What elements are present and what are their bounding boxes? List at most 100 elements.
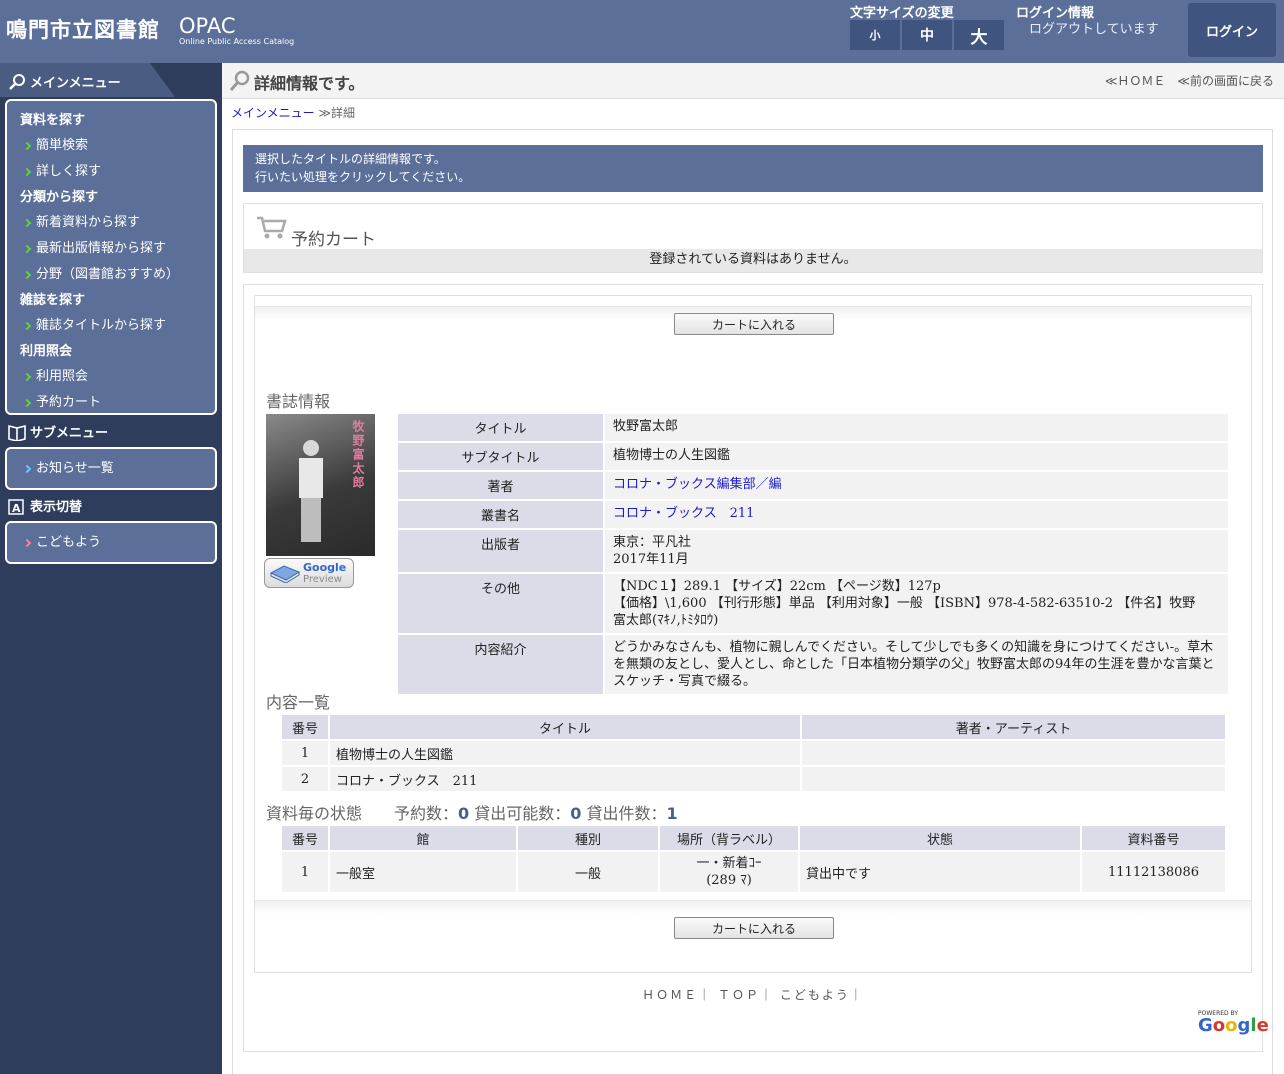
- cell-number: 1: [282, 741, 328, 765]
- footer-top-link[interactable]: ＴＯＰ: [718, 988, 760, 1002]
- field-value-title: 牧野富太郎: [605, 414, 1228, 441]
- cell-library: 一般室: [330, 852, 516, 892]
- column-header: 番号: [282, 715, 328, 739]
- login-status: ログアウトしています: [1029, 22, 1159, 37]
- menu-item-magazine-titles[interactable]: 雑誌タイトルから探す: [7, 313, 215, 339]
- table-row: 1 植物博士の人生図鑑: [282, 741, 1225, 765]
- field-label: タイトル: [398, 414, 603, 441]
- font-size-buttons: 小 中 大: [850, 20, 1004, 50]
- table-header-row: 番号 館 種別 場所（背ラベル） 状態 資料番号: [282, 826, 1225, 850]
- back-link[interactable]: ≪前の画面に戻る: [1177, 72, 1274, 89]
- sub-menu-box: お知らせ一覧: [5, 447, 217, 490]
- menu-item-label: 雑誌タイトルから探す: [36, 318, 167, 333]
- main-menu-heading: メインメニュー: [8, 72, 121, 91]
- menu-item-label: 分野（図書館おすすめ）: [36, 267, 180, 282]
- sub-menu-label: サブメニュー: [30, 426, 109, 441]
- site-title[interactable]: 鳴門市立図書館: [6, 14, 160, 44]
- footer-kids-link[interactable]: こどもよう: [780, 988, 850, 1002]
- menu-group-usage: 利用照会: [20, 344, 73, 359]
- publish-date-text: 2017年11月: [613, 552, 689, 567]
- info-banner: 選択したタイトルの詳細情報です。 行いたい処理をクリックしてください。: [243, 145, 1263, 192]
- menu-item-recommended[interactable]: 分野（図書館おすすめ）: [7, 262, 215, 288]
- cart-empty-message: 登録されている資料はありません。: [244, 249, 1262, 272]
- sub-menu-heading: サブメニュー: [8, 422, 108, 441]
- field-label: 出版者: [398, 530, 603, 572]
- font-small-button[interactable]: 小: [850, 20, 900, 50]
- breadcrumb-main-menu[interactable]: メインメニュー: [231, 106, 315, 120]
- book-cover-image[interactable]: 牧野富太郎: [266, 414, 375, 556]
- author-link[interactable]: コロナ・ブックス編集部／編: [613, 477, 782, 492]
- menu-item-label: 簡単検索: [36, 138, 89, 153]
- font-large-button[interactable]: 大: [954, 20, 1004, 50]
- cell-author: [802, 741, 1225, 765]
- menu-item-new-materials[interactable]: 新着資料から探す: [7, 210, 215, 236]
- menu-item-simple-search[interactable]: 簡単検索: [7, 133, 215, 159]
- table-row: 内容紹介 どうかみなさんも、植物に親しんでください。そして少しでも多くの知識を身に…: [398, 635, 1228, 694]
- display-switch-label: 表示切替: [30, 500, 83, 515]
- breadcrumb: メインメニュー ≫詳細: [231, 104, 355, 121]
- chevron-right-icon: [22, 270, 32, 280]
- cover-title: 牧野富太郎: [351, 420, 365, 490]
- menu-item-latest-publications[interactable]: 最新出版情報から探す: [7, 236, 215, 262]
- reservation-cart-box: 予約カート 登録されている資料はありません。: [243, 203, 1263, 273]
- home-link[interactable]: ≪ＨＯＭＥ: [1105, 72, 1166, 89]
- field-value-publisher: 東京：平凡社 2017年11月: [605, 530, 1228, 572]
- cart-icon: [257, 216, 287, 239]
- column-header: 場所（背ラベル）: [660, 826, 798, 850]
- font-size-label: 文字サイズの変更: [850, 6, 954, 21]
- menu-item-reservation-cart[interactable]: 予約カート: [7, 390, 215, 416]
- preview-label-google: Google: [303, 561, 347, 574]
- banner-line: 選択したタイトルの詳細情報です。: [255, 152, 446, 166]
- column-header: 状態: [800, 826, 1080, 850]
- opac-logo: OPAC Online Public Access Catalog: [179, 14, 295, 47]
- field-label: 著者: [398, 472, 603, 499]
- menu-item-kids[interactable]: こどもよう: [7, 530, 215, 556]
- cell-status: 貸出中です: [800, 852, 1080, 892]
- bibliographic-table: タイトル 牧野富太郎 サブタイトル 植物博士の人生図鑑 著者 コロナ・ブックス編集部／…: [396, 412, 1230, 696]
- column-header: 資料番号: [1082, 826, 1225, 850]
- cell-location: 一・新着ｺｰ (289 ﾏ): [660, 852, 798, 892]
- google-preview-button[interactable]: Google Preview: [264, 558, 354, 588]
- publisher-text: 東京：平凡社: [613, 535, 692, 550]
- opac-logo-subtext: Online Public Access Catalog: [179, 37, 295, 46]
- status-title: 資料毎の状態: [266, 804, 363, 823]
- menu-item-usage-inquiry[interactable]: 利用照会: [7, 364, 215, 390]
- loan-label: 貸出件数：: [586, 804, 667, 823]
- series-link[interactable]: コロナ・ブックス 211: [613, 506, 754, 521]
- cell-type: 一般: [518, 852, 658, 892]
- available-label: 貸出可能数：: [474, 804, 571, 823]
- column-header: 著者・アーティスト: [802, 715, 1225, 739]
- cell-number: 2: [282, 767, 328, 791]
- reserve-label: 予約数：: [394, 804, 459, 823]
- powered-by-google: POWERED BY Google: [1198, 1010, 1269, 1035]
- book-icon: [8, 424, 26, 441]
- contents-table: 番号 タイトル 著者・アーティスト 1 植物博士の人生図鑑 2 コロナ・ブックス…: [280, 713, 1227, 793]
- bibliographic-section-title: 書誌情報: [266, 392, 331, 411]
- table-row: その他 【NDC１】289.1 【サイズ】22cm 【ページ数】127p 【価格】\…: [398, 574, 1228, 633]
- svg-text:A: A: [12, 502, 21, 515]
- main-menu-label: メインメニュー: [30, 76, 121, 91]
- field-label: 叢書名: [398, 501, 603, 528]
- opac-logo-text: OPAC: [179, 14, 236, 38]
- top-links: ≪ＨＯＭＥ ≪前の画面に戻る: [1105, 72, 1274, 89]
- menu-item-label: お知らせ一覧: [36, 461, 114, 476]
- table-row: 1 一般室 一般 一・新着ｺｰ (289 ﾏ) 貸出中です 11112138086: [282, 852, 1225, 892]
- magnifier-icon: [229, 70, 250, 91]
- font-medium-button[interactable]: 中: [902, 20, 952, 50]
- chevron-right-icon: [22, 167, 32, 177]
- table-header-row: 番号 タイトル 著者・アーティスト: [282, 715, 1225, 739]
- login-button[interactable]: ログイン: [1188, 3, 1276, 57]
- footer-home-link[interactable]: ＨＯＭＥ: [642, 988, 698, 1002]
- cell-item-number: 11112138086: [1082, 852, 1225, 892]
- column-header: 館: [330, 826, 516, 850]
- field-value-subtitle: 植物博士の人生図鑑: [605, 443, 1228, 470]
- menu-group-classification: 分類から探す: [20, 190, 99, 205]
- add-to-cart-button-bottom[interactable]: カートに入れる: [674, 917, 834, 939]
- cell-title: 植物博士の人生図鑑: [330, 741, 800, 765]
- add-to-cart-button-top[interactable]: カートに入れる: [674, 313, 834, 335]
- menu-item-advanced-search[interactable]: 詳しく探す: [7, 159, 215, 185]
- menu-item-notices[interactable]: お知らせ一覧: [7, 456, 215, 482]
- table-row: 叢書名 コロナ・ブックス 211: [398, 501, 1228, 528]
- page-title-bar: 詳細情報です。 ≪ＨＯＭＥ ≪前の画面に戻る: [222, 63, 1284, 99]
- breadcrumb-current: 詳細: [331, 106, 356, 120]
